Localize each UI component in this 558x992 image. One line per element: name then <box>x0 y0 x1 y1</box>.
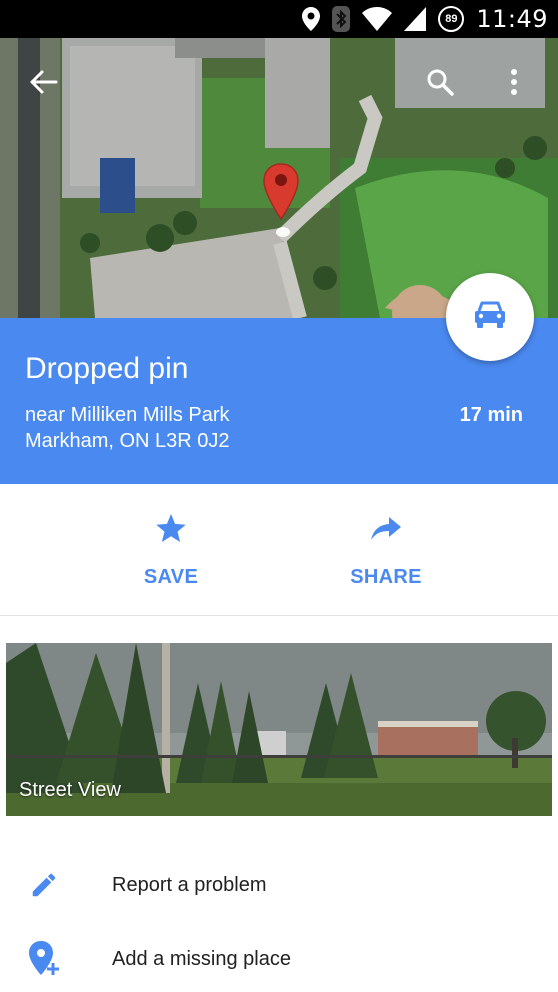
arrow-back-icon <box>30 70 58 99</box>
pencil-icon <box>26 867 62 903</box>
place-address-line2: Markham, ON L3R 0J2 <box>25 430 230 452</box>
more-options-button[interactable] <box>492 62 536 106</box>
save-label: SAVE <box>143 566 199 588</box>
save-button[interactable]: SAVE <box>81 484 261 616</box>
search-icon <box>426 68 454 101</box>
share-arrow-icon <box>371 512 401 546</box>
wifi-icon <box>362 6 393 32</box>
add-missing-place-item[interactable]: Add a missing place <box>0 924 558 992</box>
travel-time: 17 min <box>459 404 523 426</box>
add-location-icon <box>26 941 62 977</box>
share-button[interactable]: SHARE <box>296 484 476 616</box>
report-problem-label: Report a problem <box>112 873 267 896</box>
location-icon <box>302 6 321 32</box>
status-bar: 89 11:49 <box>0 0 558 38</box>
back-button[interactable] <box>22 62 66 106</box>
battery-icon: 89 <box>438 6 465 32</box>
place-title: Dropped pin <box>25 352 189 385</box>
status-time: 11:49 <box>476 5 548 33</box>
street-view-thumbnail[interactable]: Street View <box>6 643 552 816</box>
more-vert-icon <box>510 68 518 100</box>
search-button[interactable] <box>418 62 462 106</box>
street-view-label: Street View <box>19 779 121 801</box>
add-missing-place-label: Add a missing place <box>112 947 291 970</box>
directions-button[interactable] <box>446 273 534 361</box>
report-problem-item[interactable]: Report a problem <box>0 850 558 920</box>
map-pin-icon <box>262 162 300 243</box>
car-icon <box>473 301 507 334</box>
signal-icon <box>404 6 427 32</box>
place-actions: SAVE SHARE <box>0 484 558 616</box>
place-address-line1: near Milliken Mills Park <box>25 404 230 426</box>
bluetooth-icon <box>332 6 351 32</box>
share-label: SHARE <box>350 566 422 588</box>
star-icon <box>155 512 187 546</box>
